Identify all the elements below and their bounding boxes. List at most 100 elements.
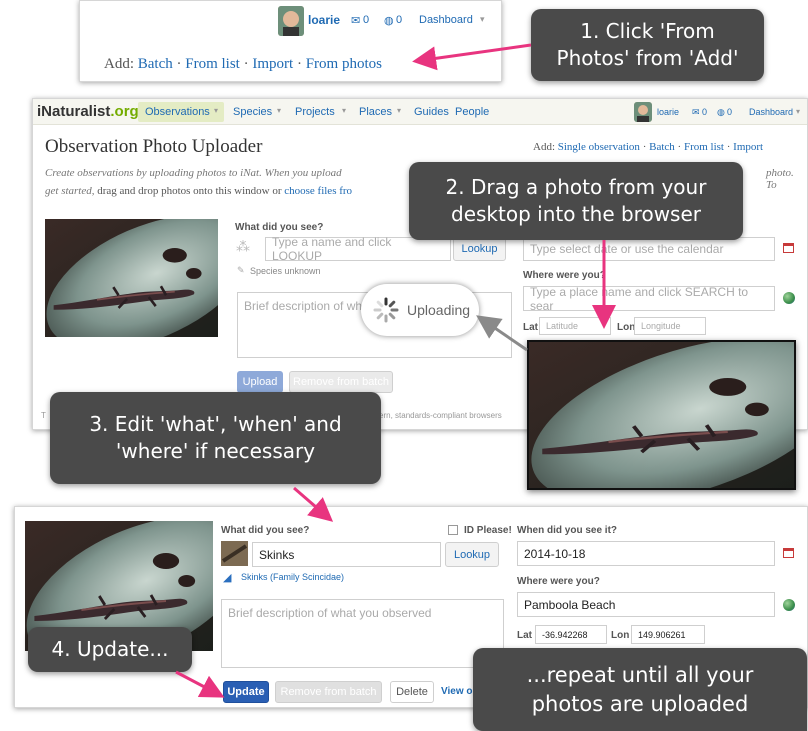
dragged-photo[interactable] bbox=[527, 340, 796, 490]
unknown-species-icon: ⁂ bbox=[236, 238, 250, 254]
update-button[interactable]: Update bbox=[223, 681, 269, 703]
description-textarea-2[interactable]: Brief description of what you observed bbox=[221, 599, 504, 668]
add-links-row-main: Add: Single observation · Batch · From l… bbox=[533, 141, 764, 153]
updates-icon-small[interactable]: ◍ bbox=[717, 107, 725, 118]
intro-text-line1-end: photo. To bbox=[766, 167, 794, 191]
nav-projects[interactable]: Projects bbox=[295, 106, 335, 118]
nav-species[interactable]: Species bbox=[233, 106, 272, 118]
add-from-list-link[interactable]: From list bbox=[185, 56, 240, 72]
lon-label: Lon bbox=[617, 322, 636, 333]
where-input[interactable]: Type a place name and click SEARCH to se… bbox=[523, 285, 775, 313]
footer-text-start: T bbox=[41, 411, 46, 420]
add-from-photos-link[interactable]: From photos bbox=[306, 56, 382, 72]
id-please-label: ID Please! bbox=[464, 525, 512, 536]
intro-get-started: get started, bbox=[45, 185, 95, 197]
callout-step3: 3. Edit 'what', 'when' and 'where' if ne… bbox=[50, 392, 381, 484]
nav-observations[interactable]: Observations bbox=[145, 106, 210, 118]
lat-label-2: Lat bbox=[517, 630, 532, 641]
globe-icon-2[interactable] bbox=[783, 599, 795, 611]
callout-step1: 1. Click 'From Photos' from 'Add' bbox=[531, 9, 764, 81]
lat-input[interactable]: Latitude bbox=[539, 317, 611, 335]
taxon-thumb bbox=[221, 541, 248, 566]
add-import-link-main[interactable]: Import bbox=[733, 141, 763, 153]
uploading-indicator: Uploading bbox=[361, 284, 479, 336]
lat-input-2[interactable]: -36.942268 bbox=[535, 625, 607, 644]
dashboard-chevron-icon-small[interactable]: ▾ bbox=[796, 107, 800, 116]
nav-people[interactable]: People bbox=[455, 106, 489, 118]
nav-projects-chevron-icon[interactable]: ▾ bbox=[342, 106, 346, 115]
add-batch-link-main[interactable]: Batch bbox=[649, 141, 675, 153]
where-label: Where were you? bbox=[523, 270, 606, 281]
add-label: Add: bbox=[104, 56, 134, 72]
remove-from-batch-button-2[interactable]: Remove from batch bbox=[275, 681, 382, 703]
callout-step4: 4. Update... bbox=[28, 627, 192, 672]
species-unknown-icon: ✎ bbox=[237, 265, 245, 275]
nav-guides[interactable]: Guides bbox=[414, 106, 449, 118]
upload-button[interactable]: Upload bbox=[237, 371, 283, 393]
species-unknown-text: Species unknown bbox=[250, 266, 321, 276]
taxon-icon: ◢ bbox=[223, 572, 232, 584]
when-input[interactable]: Type select date or use the calendar bbox=[523, 237, 775, 261]
nav-observations-chevron-icon[interactable]: ▾ bbox=[214, 106, 218, 115]
what-label: What did you see? bbox=[235, 222, 324, 233]
lon-input[interactable]: Longitude bbox=[634, 317, 706, 335]
delete-button[interactable]: Delete bbox=[390, 681, 434, 703]
intro-text-line2: get started, drag and drop photos onto t… bbox=[45, 185, 352, 197]
when-label: When did you see it? bbox=[517, 525, 618, 536]
what-input-2[interactable]: Skinks bbox=[252, 542, 441, 567]
user-avatar-small[interactable] bbox=[634, 102, 652, 122]
nav-places-chevron-icon[interactable]: ▾ bbox=[397, 106, 401, 115]
intro-text-line1: Create observations by uploading photos … bbox=[45, 167, 342, 179]
add-from-list-link-main[interactable]: From list bbox=[684, 141, 724, 153]
nav-species-chevron-icon[interactable]: ▾ bbox=[277, 106, 281, 115]
username-link-small[interactable]: loarie bbox=[657, 107, 679, 117]
what-input[interactable]: Type a name and click LOOKUP bbox=[265, 235, 451, 263]
taxon-link[interactable]: Skinks (Family Scincidae) bbox=[241, 572, 344, 582]
add-links-row: Add: Batch · From list · Import · From p… bbox=[104, 56, 382, 72]
logo-brand: iNaturalist bbox=[37, 103, 111, 120]
add-import-link[interactable]: Import bbox=[252, 56, 293, 72]
what-label-2: What did you see? bbox=[221, 525, 310, 536]
spinner-icon bbox=[373, 297, 399, 323]
add-single-observation-link[interactable]: Single observation bbox=[558, 141, 640, 153]
lon-input-2[interactable]: 149.906261 bbox=[631, 625, 705, 644]
nav-bar: iNaturalist.org Observations ▾ Species ▾… bbox=[33, 99, 807, 125]
calendar-icon[interactable] bbox=[783, 243, 794, 253]
messages-icon[interactable]: ✉ bbox=[351, 14, 360, 27]
choose-files-link[interactable]: choose files fro bbox=[284, 185, 352, 197]
page-title: Observation Photo Uploader bbox=[45, 136, 263, 157]
lookup-button[interactable]: Lookup bbox=[453, 237, 506, 261]
lookup-button-2[interactable]: Lookup bbox=[445, 542, 499, 567]
calendar-icon-2[interactable] bbox=[783, 548, 794, 558]
remove-from-batch-button[interactable]: Remove from batch bbox=[289, 371, 393, 393]
uploaded-photo-thumb bbox=[45, 219, 218, 337]
dashboard-chevron-icon[interactable]: ▾ bbox=[480, 14, 485, 25]
site-logo[interactable]: iNaturalist.org bbox=[37, 103, 139, 120]
updates-icon[interactable]: ◍ bbox=[384, 14, 394, 27]
updates-count[interactable]: 0 bbox=[396, 14, 402, 26]
add-label-main: Add: bbox=[533, 141, 555, 153]
add-menu-panel: loarie ✉ 0 ◍ 0 Dashboard ▾ Add: Batch · … bbox=[79, 0, 502, 82]
nav-places[interactable]: Places bbox=[359, 106, 392, 118]
where-input-2[interactable]: Pamboola Beach bbox=[517, 592, 775, 617]
lat-label: Lat bbox=[523, 322, 538, 333]
user-avatar[interactable] bbox=[278, 6, 304, 36]
when-input-2[interactable]: 2014-10-18 bbox=[517, 541, 775, 566]
add-batch-link[interactable]: Batch bbox=[138, 56, 173, 72]
messages-icon-small[interactable]: ✉ bbox=[692, 107, 700, 118]
messages-count[interactable]: 0 bbox=[363, 14, 369, 26]
intro-drag-drop: drag and drop photos onto this window or bbox=[97, 185, 282, 197]
dashboard-link[interactable]: Dashboard bbox=[419, 14, 473, 26]
uploading-text: Uploading bbox=[407, 302, 471, 318]
globe-icon[interactable] bbox=[783, 292, 795, 304]
callout-step2: 2. Drag a photo from your desktop into t… bbox=[409, 162, 743, 240]
logo-tld: .org bbox=[110, 103, 139, 120]
where-label-2: Where were you? bbox=[517, 576, 600, 587]
messages-count-small[interactable]: 0 bbox=[702, 107, 707, 117]
username-link[interactable]: loarie bbox=[308, 13, 340, 27]
callout-repeat: ...repeat until all your photos are uplo… bbox=[473, 648, 807, 731]
id-please-checkbox[interactable] bbox=[448, 525, 458, 535]
updates-count-small[interactable]: 0 bbox=[727, 107, 732, 117]
lon-label-2: Lon bbox=[611, 630, 630, 641]
dashboard-link-small[interactable]: Dashboard bbox=[749, 107, 793, 117]
